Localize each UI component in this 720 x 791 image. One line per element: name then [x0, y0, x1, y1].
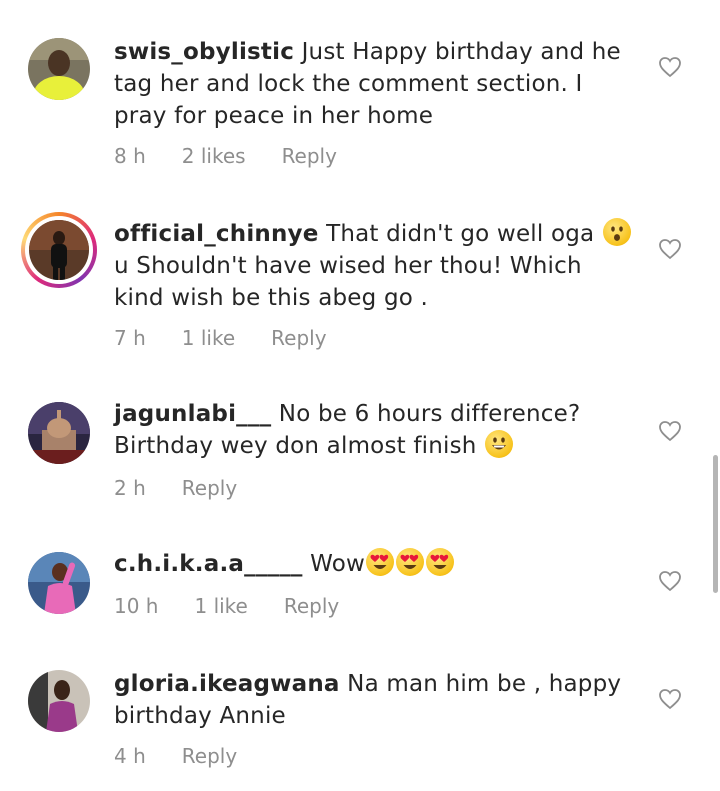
grinning-face-emoji [485, 430, 514, 458]
avatar[interactable] [28, 402, 90, 464]
avatar[interactable] [28, 38, 90, 100]
heart-outline-icon[interactable] [658, 688, 682, 710]
heart-outline-icon[interactable] [658, 420, 682, 442]
comment-body-continued: u Shouldn't have wised her thou! Which k… [114, 253, 582, 311]
heart-eyes-emoji [426, 548, 455, 576]
comment-meta: 10 h 1 like Reply [114, 594, 375, 618]
comment-time: 10 h [114, 594, 159, 618]
reply-button[interactable]: Reply [271, 326, 326, 350]
comment-username[interactable]: jagunlabi___ [114, 401, 271, 427]
comment-time: 2 h [114, 476, 146, 500]
comment-text: gloria.ikeagwana Na man him be , happy b… [114, 668, 634, 732]
reply-button[interactable]: Reply [182, 476, 237, 500]
scrollbar[interactable] [713, 455, 718, 593]
comment-body: That didn't go well oga [326, 221, 595, 247]
comment-text: jagunlabi___ No be 6 hours difference? B… [114, 398, 634, 462]
comment-time: 7 h [114, 326, 146, 350]
comment-meta: 8 h 2 likes Reply [114, 144, 373, 168]
reply-button[interactable]: Reply [182, 744, 237, 768]
comment-username[interactable]: c.h.i.k.a.a_____ [114, 551, 303, 577]
avatar[interactable] [28, 552, 90, 614]
comment-username[interactable]: swis_obylistic [114, 39, 294, 65]
heart-outline-icon[interactable] [658, 56, 682, 78]
comment-likes[interactable]: 2 likes [182, 144, 246, 168]
heart-eyes-emoji [396, 548, 425, 576]
comment-likes[interactable]: 1 like [194, 594, 247, 618]
reply-button[interactable]: Reply [284, 594, 339, 618]
comment-likes[interactable]: 1 like [182, 326, 235, 350]
avatar [29, 220, 89, 280]
heart-eyes-emoji [366, 548, 395, 576]
hushed-face-emoji [602, 218, 631, 246]
avatar[interactable] [28, 670, 90, 732]
comment-time: 4 h [114, 744, 146, 768]
comment-username[interactable]: official_chinnye [114, 221, 319, 247]
comment-time: 8 h [114, 144, 146, 168]
comment-text: c.h.i.k.a.a_____ Wow [114, 548, 634, 580]
comment-text: official_chinnye That didn't go well oga… [114, 218, 634, 314]
comment-body: Wow [310, 551, 366, 577]
heart-outline-icon[interactable] [658, 238, 682, 260]
comment-text: swis_obylistic Just Happy birthday and h… [114, 36, 634, 132]
comment-meta: 2 h Reply [114, 476, 273, 500]
comment-meta: 7 h 1 like Reply [114, 326, 363, 350]
story-ring-avatar[interactable] [21, 212, 97, 288]
comment-username[interactable]: gloria.ikeagwana [114, 671, 340, 697]
heart-outline-icon[interactable] [658, 570, 682, 592]
reply-button[interactable]: Reply [282, 144, 337, 168]
comment-meta: 4 h Reply [114, 744, 273, 768]
